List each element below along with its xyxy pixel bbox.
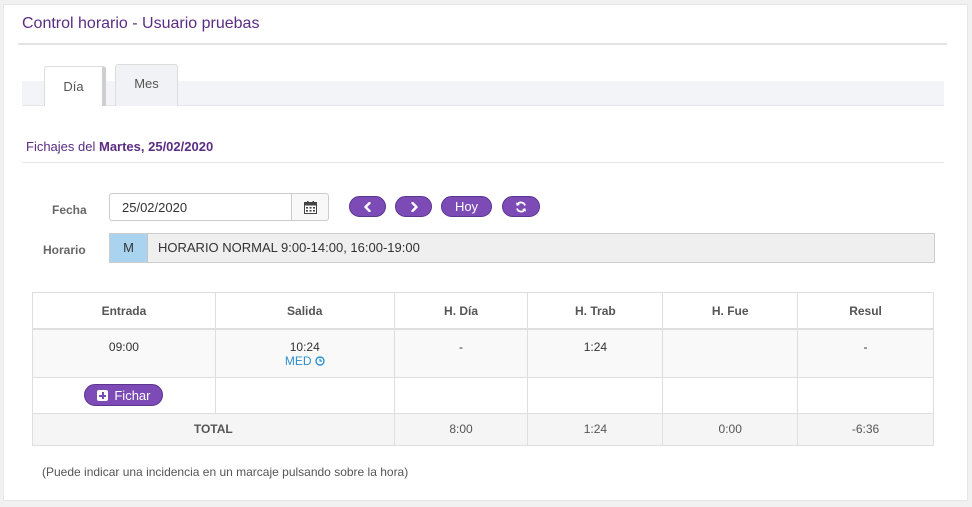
header-salida: Salida: [214, 292, 395, 330]
cell-h-fue: [662, 328, 799, 378]
chevron-left-icon: [363, 201, 371, 212]
table-total-row: TOTAL 8:00 1:24 0:00 -6:36: [32, 412, 934, 446]
cell-empty: [214, 376, 395, 414]
plus-square-icon: [97, 389, 109, 401]
chevron-right-icon: [410, 201, 418, 212]
header-resul: Resul: [797, 292, 934, 330]
cell-empty: [527, 376, 664, 414]
cell-fichar: Fichar: [32, 376, 216, 414]
horario-text: HORARIO NORMAL 9:00-14:00, 16:00-19:00: [158, 240, 420, 255]
total-label: TOTAL: [32, 412, 395, 446]
fecha-label: Fecha: [52, 203, 87, 217]
cell-entrada: 09:00: [32, 328, 216, 378]
salida-incidence-tag[interactable]: MED: [285, 354, 325, 368]
page-title: Control horario - Usuario pruebas: [22, 15, 260, 32]
fichar-label: Fichar: [114, 387, 151, 403]
help-note: (Puede indicar una incidencia en un marc…: [42, 465, 409, 479]
fichar-button[interactable]: Fichar: [84, 384, 164, 406]
today-button[interactable]: Hoy: [441, 196, 492, 217]
cell-empty: [662, 376, 799, 414]
tab-dia[interactable]: Día: [44, 66, 106, 106]
header-h-dia: H. Día: [393, 292, 529, 330]
total-h-dia: 8:00: [393, 412, 529, 446]
cell-salida: 10:24 MED: [214, 328, 395, 378]
header-entrada: Entrada: [32, 292, 216, 330]
fichajes-table: Entrada Salida H. Día H. Trab H. Fue Res…: [32, 292, 934, 446]
cell-h-trab: 1:24: [527, 328, 664, 378]
cell-resul: -: [797, 328, 934, 378]
calendar-button[interactable]: [291, 193, 329, 221]
table-header-row: Entrada Salida H. Día H. Trab H. Fue Res…: [32, 292, 934, 330]
fecha-input[interactable]: [109, 193, 291, 221]
section-date: Martes, 25/02/2020: [98, 139, 214, 154]
med-label: MED: [284, 354, 312, 368]
section-prefix: Fichajes del: [26, 139, 99, 154]
table-row: 09:00 10:24 MED - 1:24 -: [32, 328, 934, 378]
section-heading: Fichajes del Martes, 25/02/2020: [26, 139, 213, 154]
total-h-trab: 1:24: [527, 412, 664, 446]
previous-day-button[interactable]: [349, 196, 386, 217]
total-resul: -6:36: [797, 412, 934, 446]
entrada-time[interactable]: 09:00: [109, 340, 139, 354]
header-h-fue: H. Fue: [662, 292, 799, 330]
refresh-button[interactable]: [502, 196, 540, 217]
cell-h-dia: -: [393, 328, 529, 378]
table-row-actions: Fichar: [32, 376, 934, 414]
title-divider: [18, 43, 947, 45]
horario-code-badge: M: [110, 234, 148, 262]
cell-empty: [797, 376, 934, 414]
total-h-fue: 0:00: [662, 412, 799, 446]
salida-time[interactable]: 10:24: [216, 340, 394, 354]
calendar-icon: [303, 200, 317, 214]
header-h-trab: H. Trab: [527, 292, 664, 330]
cell-empty: [393, 376, 529, 414]
horario-field: M HORARIO NORMAL 9:00-14:00, 16:00-19:00: [109, 233, 935, 263]
next-day-button[interactable]: [395, 196, 432, 217]
clock-icon: [314, 356, 325, 366]
horario-label: Horario: [43, 243, 86, 257]
refresh-icon: [516, 201, 526, 212]
section-divider: [22, 162, 944, 163]
tab-mes[interactable]: Mes: [115, 64, 178, 106]
